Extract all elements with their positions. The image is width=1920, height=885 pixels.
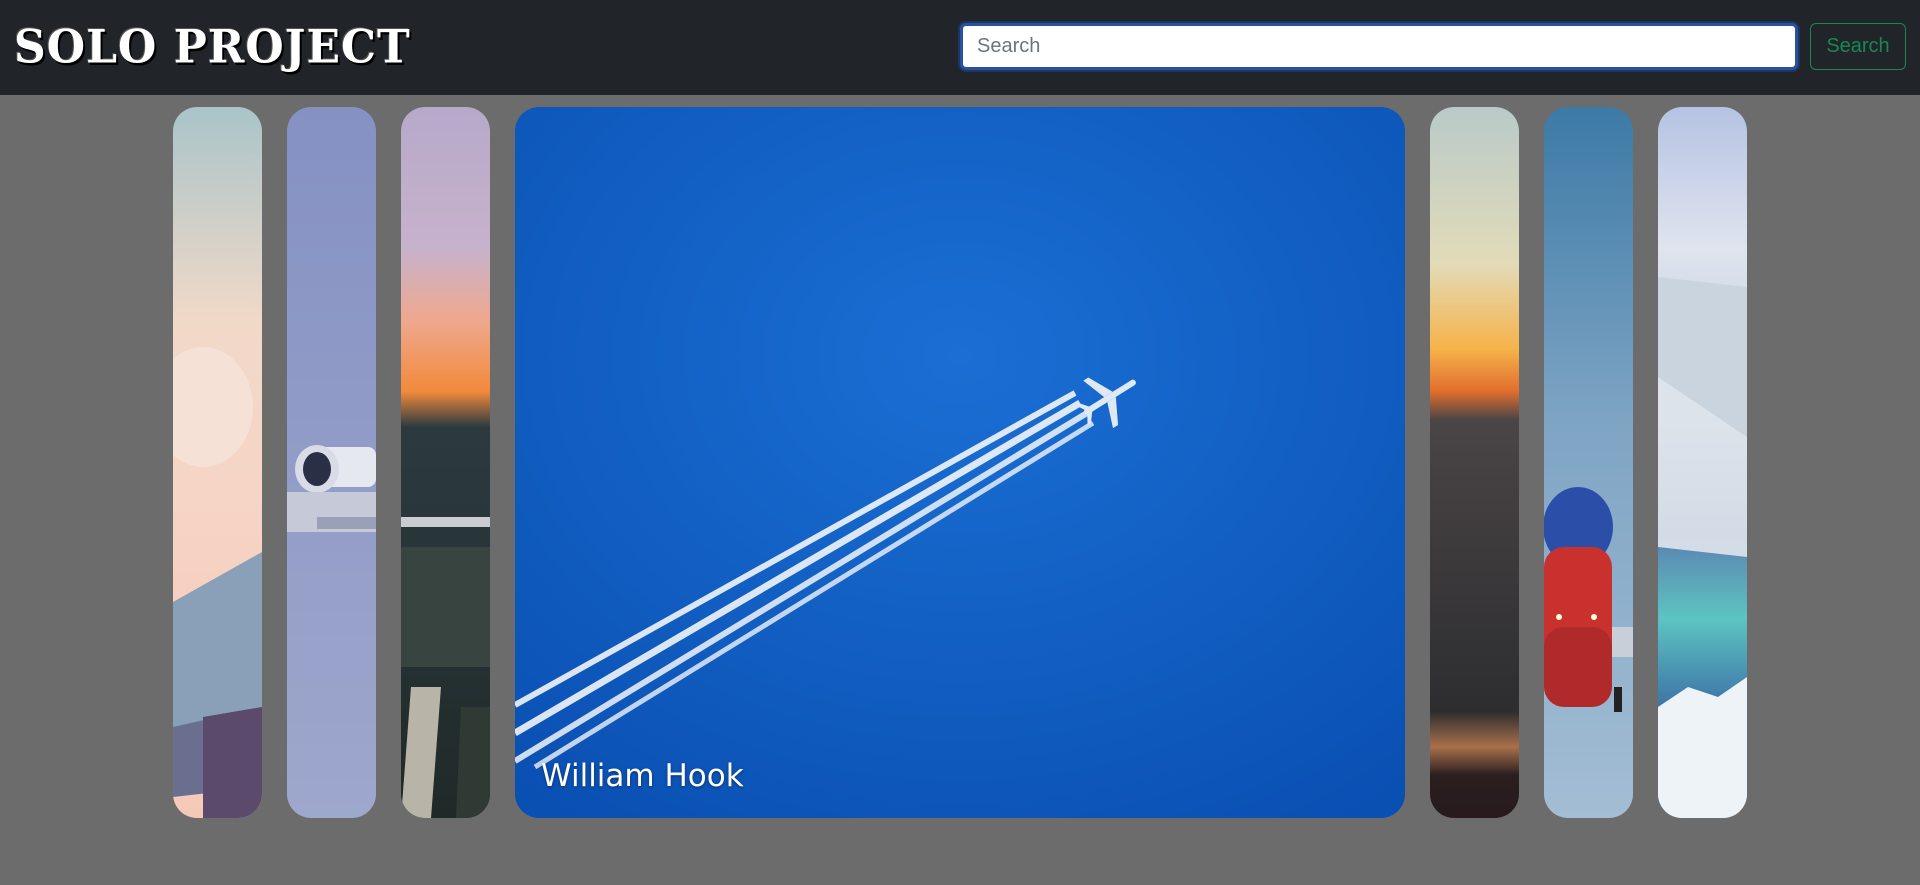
airplane-wing-image	[173, 107, 262, 818]
gallery-card-7[interactable]	[1658, 107, 1747, 818]
gallery-card-3[interactable]	[401, 107, 490, 818]
navbar: SOLO PROJECT Search	[0, 0, 1920, 95]
brand-logo[interactable]: SOLO PROJECT	[14, 19, 411, 78]
airport-sunset-image	[401, 107, 490, 818]
jet-engine-image	[287, 107, 376, 818]
gallery-card-1[interactable]	[173, 107, 262, 818]
gallery-card-2[interactable]	[287, 107, 376, 818]
sunset-horizon-image	[1430, 107, 1519, 818]
airplane-front-image	[1544, 107, 1633, 818]
search-input[interactable]	[960, 23, 1798, 70]
gallery-card-active[interactable]: William Hook	[515, 107, 1405, 818]
photo-caption: William Hook	[541, 758, 744, 794]
contrails-sky-image	[515, 107, 1405, 818]
gallery-card-6[interactable]	[1544, 107, 1633, 818]
wing-mountains-image	[1658, 107, 1747, 818]
gallery-card-5[interactable]	[1430, 107, 1519, 818]
search-button[interactable]: Search	[1810, 23, 1906, 70]
